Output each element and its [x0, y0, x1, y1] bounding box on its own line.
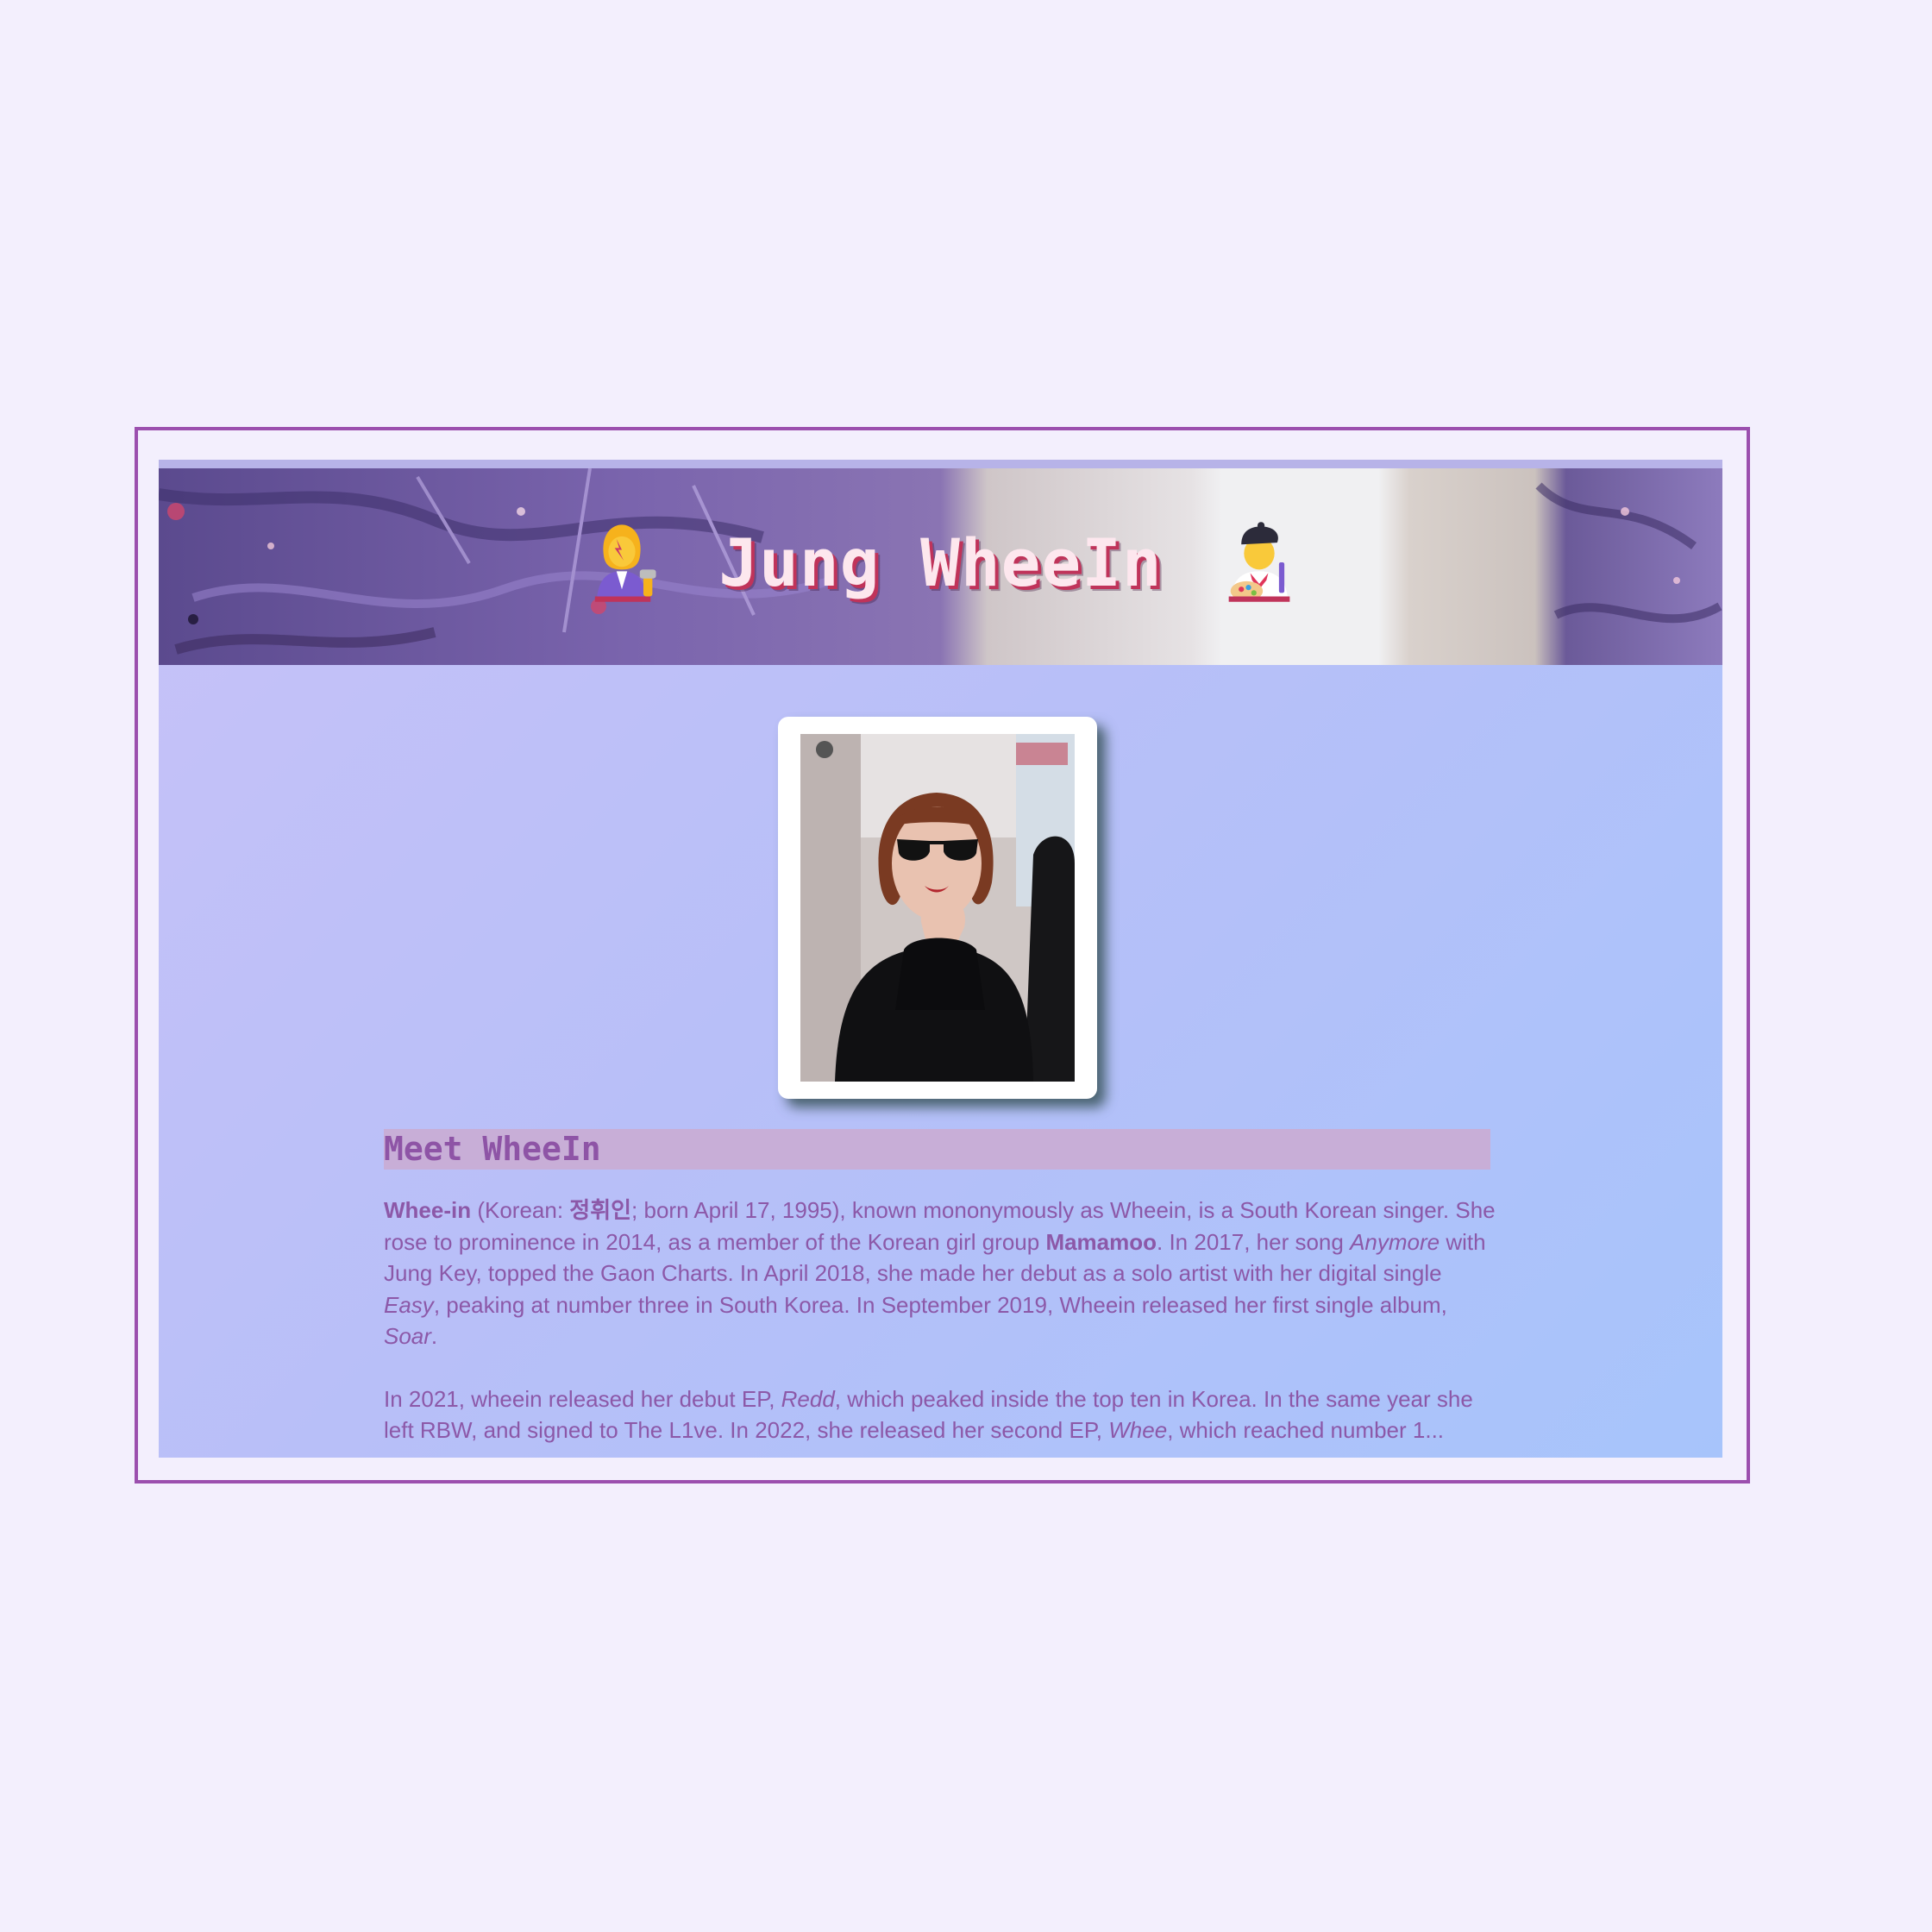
bio-paragraph-2: In 2021, wheein released her debut EP, R… [384, 1383, 1496, 1446]
section-heading: Meet WheeIn [384, 1129, 1490, 1170]
bio-text-span: , which reached number 1... [1167, 1417, 1445, 1443]
page-viewport[interactable]: Jung WheeIn Meet WheeIn Whee-in (Korean:… [159, 460, 1722, 1458]
page-title: Jung WheeIn [718, 524, 1163, 601]
woman-artist-icon [1228, 522, 1290, 602]
bio-korean-name: 정휘인 [569, 1197, 632, 1223]
profile-photo-card [778, 717, 1097, 1099]
bio-song-title: Anymore [1350, 1228, 1440, 1255]
bio-song-title: Easy [384, 1291, 434, 1318]
bio-text-span: . [430, 1323, 438, 1349]
bio-text: Whee-in (Korean: 정휘인; born April 17, 199… [384, 1195, 1496, 1458]
bio-text-span: (Korean: [471, 1197, 570, 1223]
profile-photo [800, 734, 1075, 1082]
banner-title-row: Jung WheeIn [159, 460, 1722, 665]
bio-ep-title: Redd [781, 1385, 835, 1412]
bio-text-span: . In 2017, her song [1157, 1228, 1351, 1255]
bio-text-span: In 2021, wheein released her debut EP, [384, 1385, 781, 1412]
photo-of-wheein-in-sunglasses [800, 734, 1075, 1082]
bio-album-title: Soar [384, 1323, 431, 1349]
bio-group-name: Mamamoo [1045, 1228, 1157, 1255]
woman-singer-icon [595, 524, 656, 602]
bio-name: Whee-in [384, 1197, 472, 1223]
header-banner: Jung WheeIn [159, 460, 1722, 665]
bio-ep-title: Whee [1108, 1417, 1168, 1443]
bio-text-span: , peaking at number three in South Korea… [433, 1291, 1447, 1318]
bio-paragraph-1: Whee-in (Korean: 정휘인; born April 17, 199… [384, 1195, 1496, 1352]
